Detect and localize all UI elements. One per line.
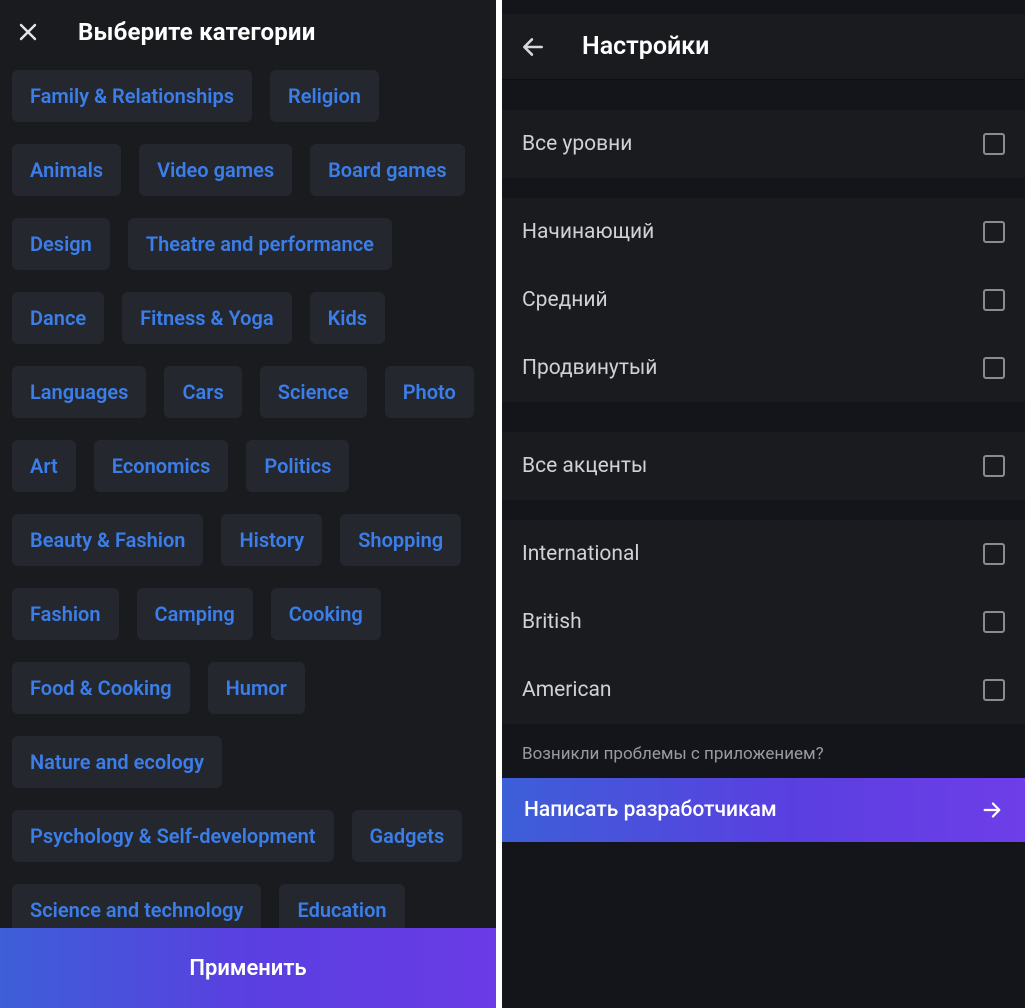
category-chip[interactable]: History bbox=[221, 514, 322, 566]
setting-row[interactable]: Начинающий bbox=[502, 198, 1025, 266]
checkbox-icon[interactable] bbox=[983, 455, 1005, 477]
settings-title: Настройки bbox=[582, 32, 709, 61]
category-chip[interactable]: Science bbox=[260, 366, 367, 418]
category-chip[interactable]: Politics bbox=[246, 440, 349, 492]
category-chip[interactable]: Psychology & Self-development bbox=[12, 810, 334, 862]
contact-developers-button[interactable]: Написать разработчикам bbox=[502, 778, 1025, 842]
checkbox-icon[interactable] bbox=[983, 133, 1005, 155]
arrow-right-icon bbox=[981, 799, 1003, 821]
category-chip[interactable]: Art bbox=[12, 440, 76, 492]
checkbox-icon[interactable] bbox=[983, 221, 1005, 243]
setting-row[interactable]: Средний bbox=[502, 266, 1025, 334]
checkbox-icon[interactable] bbox=[983, 611, 1005, 633]
settings-screen: Настройки Все уровни Начинающий Средний Пр… bbox=[502, 0, 1025, 1008]
checkbox-icon[interactable] bbox=[983, 289, 1005, 311]
section-gap bbox=[502, 402, 1025, 432]
status-bar bbox=[502, 0, 1025, 14]
category-chip[interactable]: Theatre and performance bbox=[128, 218, 392, 270]
checkbox-icon[interactable] bbox=[983, 543, 1005, 565]
setting-label: Начинающий bbox=[522, 220, 654, 244]
category-chip[interactable]: Cars bbox=[164, 366, 241, 418]
setting-row[interactable]: Продвинутый bbox=[502, 334, 1025, 402]
apply-label: Применить bbox=[189, 956, 306, 981]
category-chip[interactable]: Camping bbox=[137, 588, 253, 640]
checkbox-icon[interactable] bbox=[983, 679, 1005, 701]
checkbox-icon[interactable] bbox=[983, 357, 1005, 379]
category-chip[interactable]: Fashion bbox=[12, 588, 119, 640]
category-chip[interactable]: Animals bbox=[12, 144, 121, 196]
category-chip[interactable]: Design bbox=[12, 218, 110, 270]
close-icon[interactable] bbox=[16, 20, 40, 44]
category-chip[interactable]: Kids bbox=[310, 292, 385, 344]
setting-label: Средний bbox=[522, 288, 608, 312]
categories-list: Family & Relationships Religion Animals Vid… bbox=[0, 70, 496, 1008]
category-chip[interactable]: Family & Relationships bbox=[12, 70, 252, 122]
problem-prompt: Возникли проблемы с приложением? bbox=[502, 724, 1025, 778]
categories-title: Выберите категории bbox=[78, 18, 316, 46]
back-icon[interactable] bbox=[520, 34, 546, 60]
setting-row[interactable]: International bbox=[502, 520, 1025, 588]
section-gap bbox=[502, 178, 1025, 198]
setting-row[interactable]: American bbox=[502, 656, 1025, 724]
category-chip[interactable]: Nature and ecology bbox=[12, 736, 222, 788]
setting-row-all-levels[interactable]: Все уровни bbox=[502, 110, 1025, 178]
category-chip[interactable]: Fitness & Yoga bbox=[122, 292, 291, 344]
category-chip[interactable]: Languages bbox=[12, 366, 146, 418]
setting-label: British bbox=[522, 610, 582, 634]
setting-label: American bbox=[522, 678, 612, 702]
setting-label: Все уровни bbox=[522, 132, 632, 156]
category-chip[interactable]: Food & Cooking bbox=[12, 662, 190, 714]
category-chip[interactable]: Humor bbox=[208, 662, 305, 714]
category-chip[interactable]: Video games bbox=[139, 144, 292, 196]
category-chip[interactable]: Dance bbox=[12, 292, 104, 344]
section-gap bbox=[502, 80, 1025, 110]
category-chip[interactable]: Beauty & Fashion bbox=[12, 514, 203, 566]
categories-header: Выберите категории bbox=[0, 0, 496, 70]
category-chip[interactable]: Board games bbox=[310, 144, 465, 196]
setting-label: Продвинутый bbox=[522, 356, 657, 380]
section-gap bbox=[502, 500, 1025, 520]
settings-header: Настройки bbox=[502, 14, 1025, 80]
categories-screen: Выберите категории Family & Relationship… bbox=[0, 0, 502, 1008]
setting-label: International bbox=[522, 542, 640, 566]
category-chip[interactable]: Gadgets bbox=[352, 810, 463, 862]
category-chip[interactable]: Cooking bbox=[271, 588, 381, 640]
setting-label: Все акценты bbox=[522, 454, 647, 478]
setting-row[interactable]: British bbox=[502, 588, 1025, 656]
apply-button[interactable]: Применить bbox=[0, 928, 496, 1008]
category-chip[interactable]: Shopping bbox=[340, 514, 461, 566]
category-chip[interactable]: Religion bbox=[270, 70, 379, 122]
setting-row-all-accents[interactable]: Все акценты bbox=[502, 432, 1025, 500]
category-chip[interactable]: Economics bbox=[94, 440, 229, 492]
empty-area bbox=[502, 842, 1025, 1008]
contact-label: Написать разработчикам bbox=[524, 798, 777, 822]
category-chip[interactable]: Photo bbox=[385, 366, 474, 418]
